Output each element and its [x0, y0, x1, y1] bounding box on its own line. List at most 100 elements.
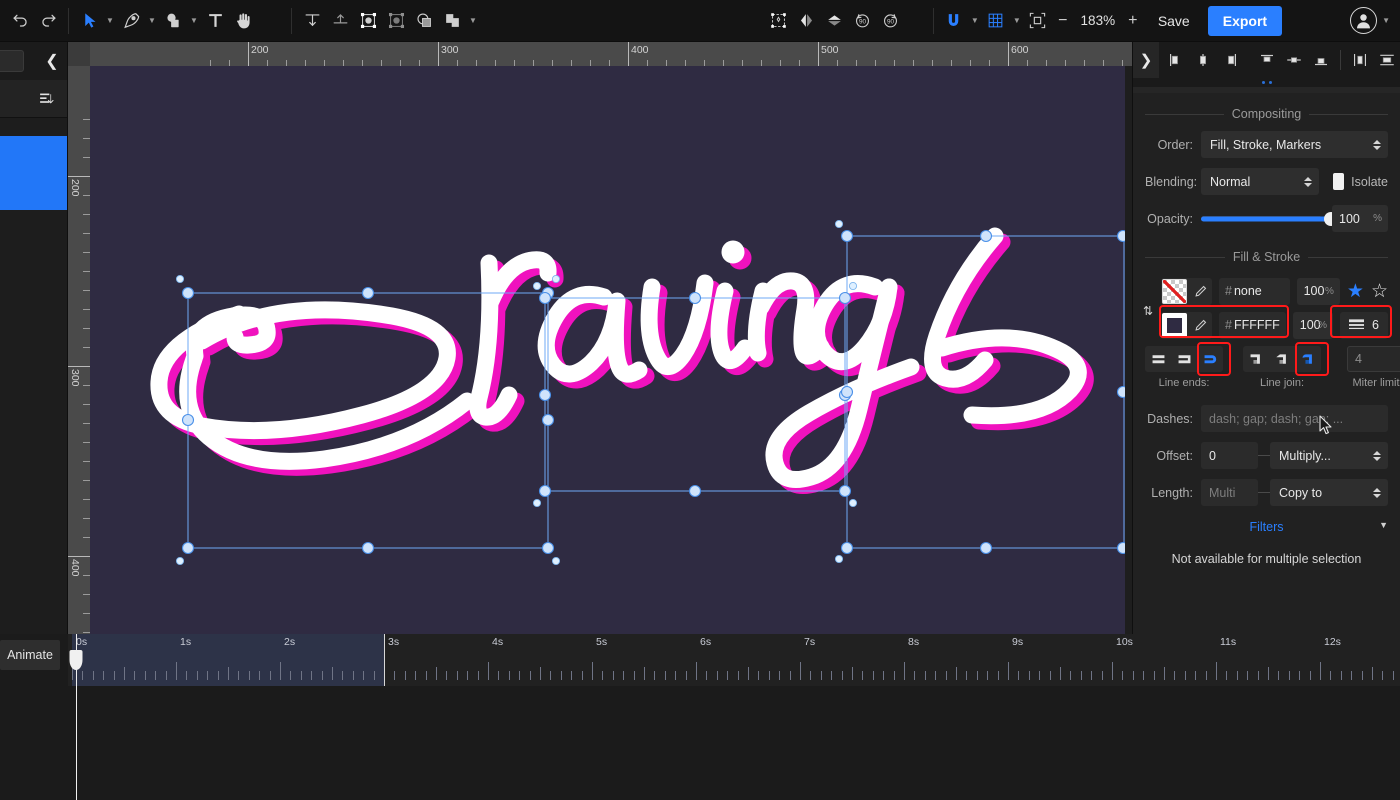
shapes-icon[interactable]	[159, 6, 187, 36]
join-bevel-icon[interactable]	[1269, 346, 1295, 372]
layer-list-rest[interactable]	[0, 210, 67, 672]
canvas-surface[interactable]	[90, 66, 1132, 634]
fit-group-icon[interactable]	[382, 6, 410, 36]
star-filled-icon[interactable]: ★	[1347, 282, 1364, 301]
blending-spinner-icon[interactable]	[1304, 176, 1312, 187]
horizontal-ruler[interactable]: 200 300 400 500 600	[90, 42, 1132, 66]
opacity-value-box[interactable]: 100 %	[1332, 205, 1388, 232]
grid-icon[interactable]	[982, 6, 1010, 36]
chevron-right-icon[interactable]: ❯	[1133, 42, 1159, 78]
multiply-spinner-icon[interactable]	[1373, 450, 1381, 461]
fill-eyedropper-icon[interactable]	[1188, 279, 1212, 304]
export-button[interactable]: Export	[1207, 5, 1283, 36]
cap-butt-icon[interactable]	[1145, 346, 1171, 372]
account-caret-icon[interactable]: ▼	[1382, 16, 1390, 25]
flip-horizontal-icon[interactable]	[793, 6, 821, 36]
pen-tool-caret-icon[interactable]: ▼	[145, 6, 159, 36]
rotate-left-90-icon[interactable]: 90	[849, 6, 877, 36]
rotate-right-90-icon[interactable]: 90	[877, 6, 905, 36]
artboard[interactable]	[90, 66, 1125, 634]
opacity-slider[interactable]	[1201, 210, 1338, 228]
sort-layers-icon[interactable]	[35, 88, 57, 110]
transform-center-icon[interactable]	[765, 6, 793, 36]
timeline-tracks[interactable]	[68, 686, 1400, 800]
zoom-out-button[interactable]: −	[1056, 12, 1070, 30]
undo-icon[interactable]	[6, 6, 34, 36]
panel-scroll-strip[interactable]	[1133, 87, 1400, 93]
fill-swatch-group[interactable]	[1161, 277, 1212, 305]
layer-item-selected[interactable]	[0, 136, 67, 210]
chevron-left-icon[interactable]: ❮	[41, 49, 63, 73]
timeline-selection-end-marker[interactable]	[384, 634, 385, 686]
align-bottom-icon[interactable]	[298, 6, 326, 36]
fill-alpha-input[interactable]: 100 %	[1296, 277, 1340, 305]
layer-search-input[interactable]	[0, 50, 24, 72]
avatar[interactable]	[1350, 7, 1378, 34]
copy-to-select[interactable]: Copy to	[1270, 479, 1388, 506]
align-axis-icon[interactable]	[326, 6, 354, 36]
align-left-icon[interactable]	[1163, 47, 1189, 73]
timeline-ruler[interactable]: 0s 1s 2s 3s 4s 5s 6s 7s 8s 9s 10s 11s 12s	[68, 634, 1400, 686]
align-middle-v-icon[interactable]	[1281, 47, 1307, 73]
timeline-tick	[1382, 671, 1384, 680]
cursor-arrow-icon[interactable]	[75, 6, 103, 36]
redo-icon[interactable]	[34, 6, 62, 36]
align-top-icon[interactable]	[1254, 47, 1280, 73]
distribute-v-icon[interactable]	[1374, 47, 1400, 73]
order-spinner-icon[interactable]	[1373, 139, 1381, 150]
star-outline-icon[interactable]: ☆	[1371, 282, 1388, 301]
grid-caret-icon[interactable]: ▼	[1010, 6, 1024, 36]
arrange-caret-icon[interactable]: ▼	[466, 6, 480, 36]
fill-swatch-none[interactable]	[1162, 278, 1187, 304]
copy-to-spinner-icon[interactable]	[1373, 487, 1381, 498]
cap-square-icon[interactable]	[1171, 346, 1197, 372]
join-miter-icon[interactable]	[1243, 346, 1269, 372]
offset-input[interactable]: 0	[1201, 442, 1258, 469]
join-round-icon[interactable]	[1295, 346, 1321, 372]
blending-select[interactable]: Normal	[1201, 168, 1319, 195]
cap-round-icon[interactable]	[1197, 346, 1223, 372]
panel-drag-dots[interactable]	[1133, 78, 1400, 87]
length-input[interactable]: Multi	[1201, 479, 1258, 506]
artwork-cravings[interactable]	[90, 66, 1125, 634]
stroke-alpha-input[interactable]: 100 %	[1292, 311, 1334, 339]
timeline-tick	[1174, 671, 1176, 680]
zoom-level-value[interactable]: 183%	[1078, 13, 1118, 28]
vertical-ruler[interactable]: 200 300 400	[68, 66, 90, 634]
shape-tool-caret-icon[interactable]: ▼	[187, 6, 201, 36]
timeline-tick	[810, 671, 812, 680]
order-select[interactable]: Fill, Stroke, Markers	[1201, 131, 1388, 158]
fill-hex-input[interactable]: # none	[1219, 277, 1290, 305]
boolean-shape-icon[interactable]	[410, 6, 438, 36]
account-menu[interactable]: ▼	[1350, 7, 1390, 34]
dashes-input[interactable]: dash; gap; dash; gap; ...	[1201, 405, 1388, 432]
stroke-swatch-solid[interactable]	[1162, 312, 1187, 338]
animate-button[interactable]: Animate	[0, 640, 60, 670]
align-bottom-icon[interactable]	[1308, 47, 1334, 73]
hand-icon[interactable]	[229, 6, 257, 36]
fit-to-screen-icon[interactable]	[1024, 6, 1052, 36]
chevron-down-icon[interactable]: ▼	[1379, 520, 1388, 530]
filters-section-header[interactable]: Filters ▼	[1145, 516, 1388, 538]
pen-nib-icon[interactable]	[117, 6, 145, 36]
zoom-in-button[interactable]: +	[1126, 12, 1140, 30]
miter-limit-input[interactable]: 4	[1347, 346, 1400, 372]
arrange-layers-icon[interactable]	[438, 6, 466, 36]
align-right-icon[interactable]	[1217, 47, 1243, 73]
snap-caret-icon[interactable]: ▼	[968, 6, 982, 36]
fit-selection-icon[interactable]	[354, 6, 382, 36]
align-center-h-icon[interactable]	[1190, 47, 1216, 73]
magnet-snap-icon[interactable]	[940, 6, 968, 36]
stroke-width-input[interactable]: 6	[1340, 311, 1388, 339]
save-button[interactable]: Save	[1144, 7, 1204, 35]
isolate-checkbox[interactable]	[1333, 173, 1345, 190]
cursor-tool-caret-icon[interactable]: ▼	[103, 6, 117, 36]
timeline-playhead-handle[interactable]	[69, 650, 83, 670]
text-t-icon[interactable]	[201, 6, 229, 36]
stroke-swatch-group[interactable]	[1161, 311, 1212, 339]
distribute-h-icon[interactable]	[1347, 47, 1373, 73]
stroke-hex-input[interactable]: # FFFFFF	[1219, 311, 1286, 339]
stroke-eyedropper-icon[interactable]	[1188, 313, 1212, 338]
flip-vertical-icon[interactable]	[821, 6, 849, 36]
multiply-select[interactable]: Multiply...	[1270, 442, 1388, 469]
